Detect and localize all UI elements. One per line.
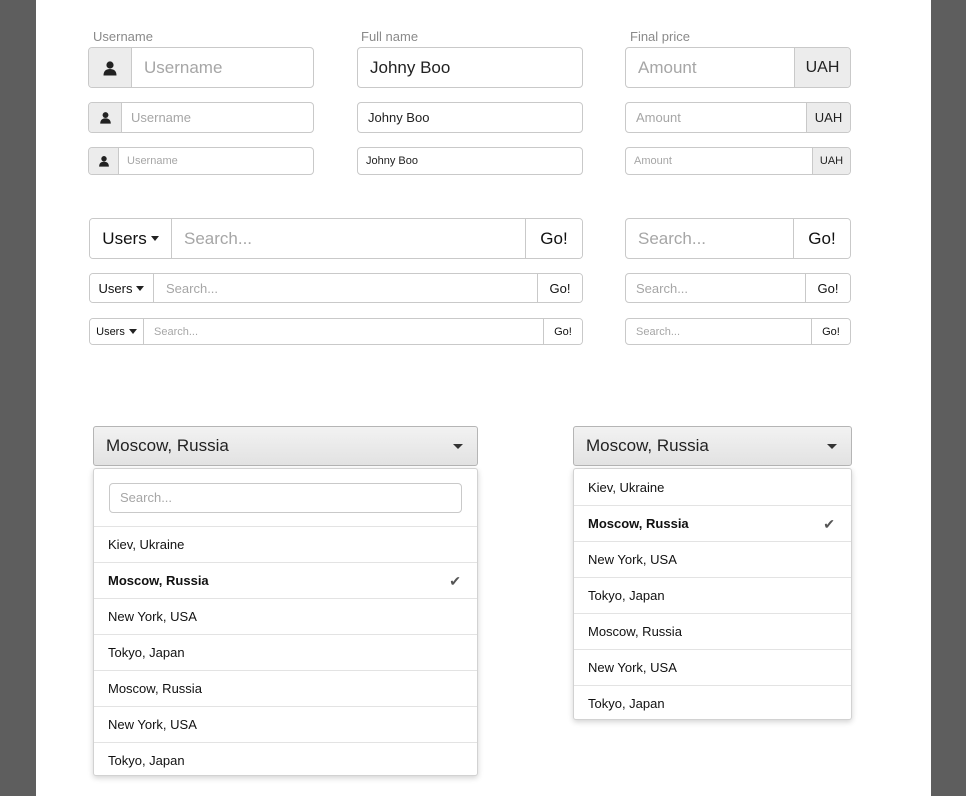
dropdown-option[interactable]: Kiev, Ukraine xyxy=(94,526,477,562)
dropdown-option[interactable]: Moscow, Russia xyxy=(574,613,851,649)
fullname-value-small: Johny Boo xyxy=(366,155,418,167)
fullname-input-medium[interactable]: Johny Boo xyxy=(357,102,583,133)
fullname-input-large[interactable]: Johny Boo xyxy=(357,47,583,88)
dropdown-option[interactable]: New York, USA xyxy=(94,706,477,742)
go-button-right-medium[interactable]: Go! xyxy=(805,274,850,302)
currency-addon-medium: UAH xyxy=(806,103,850,132)
city-select-plain[interactable]: Moscow, Russia xyxy=(573,426,852,466)
search-input-medium[interactable]: Search... xyxy=(154,274,537,302)
go-button-large[interactable]: Go! xyxy=(525,219,582,258)
username-input-group-medium: Username xyxy=(88,102,314,133)
search-group-small: Users Search... Go! xyxy=(89,318,583,345)
check-icon: ✔ xyxy=(449,573,461,589)
fullname-value-large: Johny Boo xyxy=(370,57,451,77)
search-input-right-small[interactable]: Search... xyxy=(626,319,811,344)
city-select-value: Moscow, Russia xyxy=(586,436,709,455)
city-dropdown-menu-plain: Kiev, Ukraine Moscow, Russia ✔ New York, … xyxy=(573,468,852,720)
user-icon xyxy=(89,103,122,132)
search-input-right-medium[interactable]: Search... xyxy=(626,274,805,302)
dropdown-option[interactable]: Kiev, Ukraine xyxy=(574,469,851,505)
dropdown-option[interactable]: Tokyo, Japan xyxy=(94,742,477,778)
search-input-large[interactable]: Search... xyxy=(172,219,525,258)
city-select-with-search[interactable]: Moscow, Russia xyxy=(93,426,478,466)
caret-down-icon xyxy=(136,285,145,291)
fullname-input-small[interactable]: Johny Boo xyxy=(357,147,583,175)
search-group-medium: Users Search... Go! xyxy=(89,273,583,303)
user-icon xyxy=(89,148,119,174)
select-arrow-icon xyxy=(453,444,463,449)
price-label: Final price xyxy=(630,29,690,44)
username-input-group-small: Username xyxy=(88,147,314,175)
go-button-small[interactable]: Go! xyxy=(543,319,582,344)
username-input-medium[interactable]: Username xyxy=(122,103,313,132)
go-button-medium[interactable]: Go! xyxy=(537,274,582,302)
amount-input-small[interactable]: Amount xyxy=(626,148,812,174)
city-dropdown-menu-with-search: Search... Kiev, Ukraine Moscow, Russia ✔ … xyxy=(93,468,478,776)
dropdown-option[interactable]: New York, USA xyxy=(94,598,477,634)
city-select-value: Moscow, Russia xyxy=(106,436,229,455)
username-input-group-large: Username xyxy=(88,47,314,88)
dropdown-option[interactable]: Tokyo, Japan xyxy=(94,634,477,670)
search-group-large: Users Search... Go! xyxy=(89,218,583,259)
search-input-right-large[interactable]: Search... xyxy=(626,219,793,258)
dropdown-option[interactable]: Moscow, Russia xyxy=(94,670,477,706)
currency-addon-small: UAH xyxy=(812,148,850,174)
users-dropdown-label: Users xyxy=(98,280,133,296)
users-dropdown-label: Users xyxy=(102,228,147,248)
dropdown-search-input[interactable]: Search... xyxy=(109,482,462,513)
dropdown-option[interactable]: New York, USA xyxy=(574,541,851,577)
price-input-group-large: Amount UAH xyxy=(625,47,851,88)
fullname-value-medium: Johny Boo xyxy=(368,110,430,125)
search-input-small[interactable]: Search... xyxy=(144,319,543,344)
dropdown-option-selected[interactable]: Moscow, Russia ✔ xyxy=(94,562,477,598)
go-button-right-small[interactable]: Go! xyxy=(811,319,850,344)
check-icon: ✔ xyxy=(823,516,835,532)
users-dropdown-label: Users xyxy=(96,325,125,338)
price-input-group-small: Amount UAH xyxy=(625,147,851,175)
user-icon xyxy=(89,48,132,87)
search-group-right-large: Search... Go! xyxy=(625,218,851,259)
search-group-right-small: Search... Go! xyxy=(625,318,851,345)
dropdown-option[interactable]: Tokyo, Japan xyxy=(574,577,851,613)
users-dropdown-button-small[interactable]: Users xyxy=(90,319,144,344)
go-button-right-large[interactable]: Go! xyxy=(793,219,850,258)
page: Username Full name Final price Username … xyxy=(36,0,931,796)
dropdown-option[interactable]: New York, USA xyxy=(574,649,851,685)
username-input-small[interactable]: Username xyxy=(119,148,313,174)
dropdown-option[interactable]: Tokyo, Japan xyxy=(574,685,851,721)
username-label: Username xyxy=(93,29,153,44)
currency-addon-large: UAH xyxy=(794,48,850,87)
amount-input-medium[interactable]: Amount xyxy=(626,103,806,132)
search-group-right-medium: Search... Go! xyxy=(625,273,851,303)
username-input-large[interactable]: Username xyxy=(132,48,313,87)
users-dropdown-button-large[interactable]: Users xyxy=(90,219,172,258)
select-arrow-icon xyxy=(827,444,837,449)
price-input-group-medium: Amount UAH xyxy=(625,102,851,133)
fullname-label: Full name xyxy=(361,29,419,44)
amount-input-large[interactable]: Amount xyxy=(626,48,794,87)
caret-down-icon xyxy=(150,236,159,241)
caret-down-icon xyxy=(128,329,137,334)
users-dropdown-button-medium[interactable]: Users xyxy=(90,274,154,302)
dropdown-option-selected[interactable]: Moscow, Russia ✔ xyxy=(574,505,851,541)
dropdown-search-row: Search... xyxy=(94,469,477,526)
